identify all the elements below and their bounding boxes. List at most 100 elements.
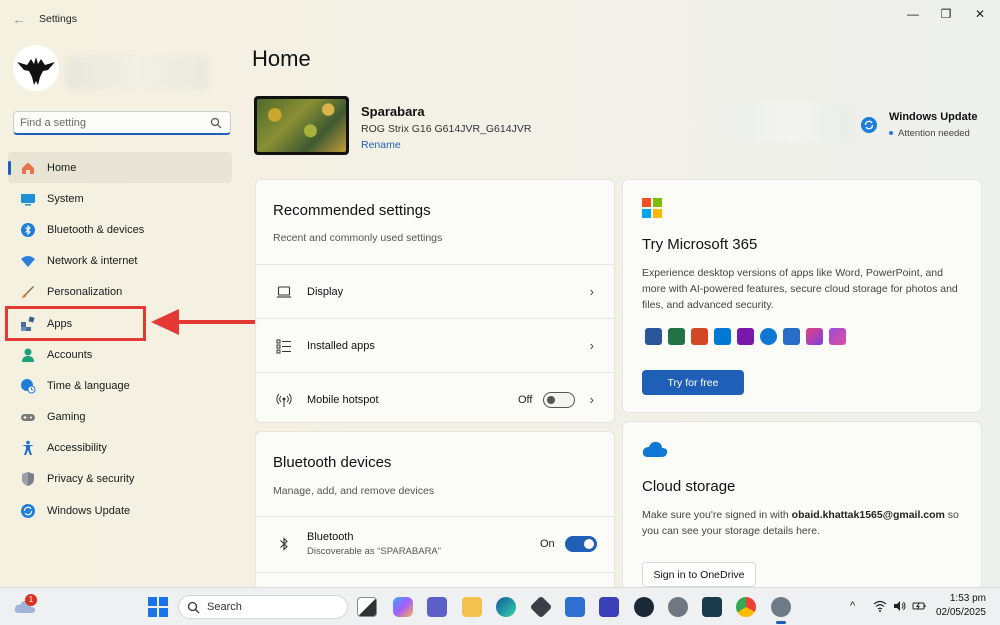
card-subtitle: Manage, add, and remove devices — [273, 485, 435, 497]
avatar[interactable] — [13, 45, 59, 91]
sidebar-item-bluetooth[interactable]: Bluetooth & devices — [8, 214, 232, 245]
tray-overflow-chevron-icon[interactable]: ^ — [850, 600, 855, 612]
app-cube-icon[interactable] — [529, 595, 553, 619]
settings-gear-icon[interactable] — [771, 597, 791, 624]
clipchamp-icon — [829, 328, 846, 345]
copilot-icon[interactable] — [393, 597, 413, 617]
teams-icon[interactable] — [427, 597, 447, 617]
close-button[interactable]: ✕ — [969, 6, 991, 22]
steam-icon[interactable] — [634, 597, 654, 617]
recommended-row-installed-apps[interactable]: Installed apps › — [256, 318, 614, 372]
app-disc-icon[interactable] — [668, 597, 688, 617]
gamepad-icon — [21, 414, 35, 422]
device-wallpaper-thumbnail — [254, 96, 349, 155]
clock-time[interactable]: 1:53 pm — [950, 593, 986, 604]
recommended-settings-card: Recommended settings Recent and commonly… — [255, 179, 615, 423]
sidebar-item-label: Network & internet — [47, 255, 138, 268]
store-icon[interactable] — [565, 597, 585, 617]
home-icon — [22, 162, 34, 174]
sidebar-item-label: Privacy & security — [47, 473, 135, 486]
sidebar-item-accessibility[interactable]: Accessibility — [8, 433, 232, 464]
status-text: Attention needed — [898, 128, 970, 139]
bluetooth-toggle[interactable] — [565, 536, 597, 552]
volume-icon[interactable] — [893, 600, 907, 612]
sidebar-item-accounts[interactable]: Accounts — [8, 339, 232, 370]
minimize-button[interactable]: — — [902, 6, 924, 22]
app-m-icon[interactable] — [599, 597, 619, 617]
bluetooth-devices-card: Bluetooth devices Manage, add, and remov… — [255, 431, 615, 591]
sign-in-onedrive-button[interactable]: Sign in to OneDrive — [642, 562, 756, 587]
device-model: ROG Strix G16 G614JVR_G614JVR — [361, 123, 532, 135]
microsoft-logo-icon — [642, 198, 662, 218]
card-title: Try Microsoft 365 — [642, 236, 758, 253]
monitor-icon — [21, 193, 35, 206]
sidebar-item-label: Windows Update — [47, 504, 131, 517]
powerpoint-icon — [691, 328, 708, 345]
start-button[interactable] — [148, 597, 168, 617]
windows-update-title[interactable]: Windows Update — [889, 111, 978, 123]
sidebar-item-privacy-security[interactable]: Privacy & security — [8, 464, 232, 495]
cloud-storage-card: Cloud storage Make sure you're signed in… — [622, 421, 982, 591]
recommended-row-mobile-hotspot[interactable]: Mobile hotspot Off › — [256, 372, 614, 422]
wifi-icon[interactable] — [873, 600, 887, 612]
sidebar-item-label: Gaming — [47, 411, 86, 424]
chrome-icon[interactable] — [736, 597, 756, 617]
task-view-icon[interactable] — [357, 597, 377, 617]
bluetooth-row[interactable]: Bluetooth Discoverable as “SPARABARA” On — [256, 516, 614, 572]
back-button[interactable]: ← — [10, 10, 28, 28]
sidebar-item-label: System — [47, 192, 84, 205]
word-icon — [645, 328, 662, 345]
onedrive-icon — [760, 328, 777, 345]
sidebar-item-label: Bluetooth & devices — [47, 223, 145, 236]
sidebar-item-home[interactable]: Home — [8, 152, 232, 184]
sidebar-item-windows-update[interactable]: Windows Update — [8, 495, 232, 526]
battery-charging-icon[interactable] — [912, 600, 926, 612]
title-bar: ← Settings — ❐ ✕ — [0, 0, 1000, 38]
sidebar-item-personalization[interactable]: Personalization — [8, 277, 232, 308]
annotation-arrow-line — [178, 320, 255, 324]
hotspot-state: Off — [518, 394, 533, 406]
restore-button[interactable]: ❐ — [935, 6, 957, 22]
sidebar-item-label: Time & language — [47, 379, 130, 392]
terminal-icon[interactable] — [702, 597, 722, 617]
bluetooth-discoverable-text: Discoverable as “SPARABARA” — [307, 546, 441, 557]
profile-name-blurred — [66, 56, 209, 90]
settings-search-input[interactable] — [20, 115, 200, 131]
update-icon — [21, 503, 35, 518]
blurred-region — [728, 102, 853, 142]
microsoft-365-card: Try Microsoft 365 Experience desktop ver… — [622, 179, 982, 413]
card-description: Experience desktop versions of apps like… — [642, 267, 958, 311]
sidebar-item-gaming[interactable]: Gaming — [8, 402, 232, 433]
window-title: Settings — [39, 13, 77, 25]
page-title: Home — [252, 46, 311, 71]
onenote-icon — [737, 328, 754, 345]
sidebar-item-time-language[interactable]: Time & language — [8, 370, 232, 401]
account-email: obaid.khattak1565@gmail.com — [791, 509, 945, 521]
sidebar-item-system[interactable]: System — [8, 183, 232, 214]
chevron-right-icon: › — [589, 284, 594, 299]
row-label: Mobile hotspot — [307, 394, 379, 406]
row-label: Bluetooth — [307, 531, 354, 543]
defender-icon — [783, 328, 800, 345]
card-title: Cloud storage — [642, 478, 736, 495]
recommended-row-display[interactable]: Display › — [256, 264, 614, 318]
clock-date[interactable]: 02/05/2025 — [936, 607, 986, 618]
settings-search-box[interactable] — [13, 111, 231, 135]
edge-icon[interactable] — [496, 597, 516, 617]
file-explorer-icon[interactable] — [462, 597, 482, 617]
designer-icon — [806, 328, 823, 345]
hotspot-toggle[interactable] — [543, 392, 575, 408]
cloud-icon — [642, 441, 668, 457]
windows-update-icon[interactable] — [861, 117, 877, 133]
try-for-free-button[interactable]: Try for free — [642, 370, 744, 395]
row-label: Installed apps — [307, 340, 375, 352]
sidebar-item-network[interactable]: Network & internet — [8, 246, 232, 277]
accessibility-icon — [22, 440, 34, 456]
person-icon — [22, 348, 34, 362]
notification-badge: 1 — [25, 594, 37, 606]
chevron-right-icon: › — [589, 338, 594, 353]
search-icon[interactable] — [210, 117, 222, 129]
rename-link[interactable]: Rename — [361, 139, 401, 151]
device-name: Sparabara — [361, 104, 425, 119]
taskbar-search[interactable]: Search — [178, 595, 348, 619]
